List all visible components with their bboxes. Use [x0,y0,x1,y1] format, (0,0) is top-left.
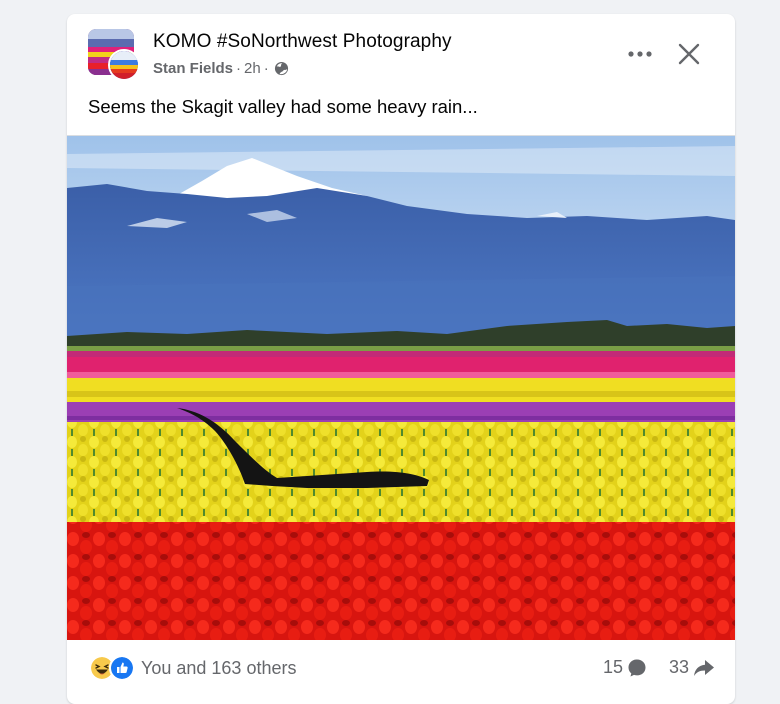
like-icon [109,655,135,681]
more-options-icon [628,51,652,57]
post-photo[interactable] [67,135,735,640]
globe-icon[interactable] [274,61,289,76]
post-header: KOMO #SoNorthwest Photography Stan Field… [67,14,735,84]
author-name-link[interactable]: Stan Fields [153,60,233,77]
share-icon [694,659,714,676]
group-name-link[interactable]: KOMO #SoNorthwest Photography [153,31,452,53]
engagement-stats: 15 33 [603,657,715,678]
avatar-stack[interactable] [88,29,142,83]
post-caption: Seems the Skagit valley had some heavy r… [88,96,478,117]
post-time-link[interactable]: 2h [244,60,261,77]
shares-count-button[interactable]: 33 [669,657,715,678]
more-options-button[interactable] [622,36,658,72]
author-avatar[interactable] [108,49,140,81]
reactions-summary[interactable]: You and 163 others [89,655,296,681]
close-icon [678,43,700,65]
reaction-count-text[interactable]: You and 163 others [141,658,296,679]
meta-separator: · [236,60,242,77]
close-button[interactable] [671,36,707,72]
post-footer: You and 163 others 15 33 [67,639,735,694]
post-card: KOMO #SoNorthwest Photography Stan Field… [67,14,735,704]
comments-count: 15 [602,657,623,677]
meta-separator: · [263,60,269,77]
comment-icon [628,659,646,676]
shares-count: 33 [668,657,689,677]
comments-count-button[interactable]: 15 [603,657,647,678]
post-meta: Stan Fields · 2h · [153,60,289,77]
